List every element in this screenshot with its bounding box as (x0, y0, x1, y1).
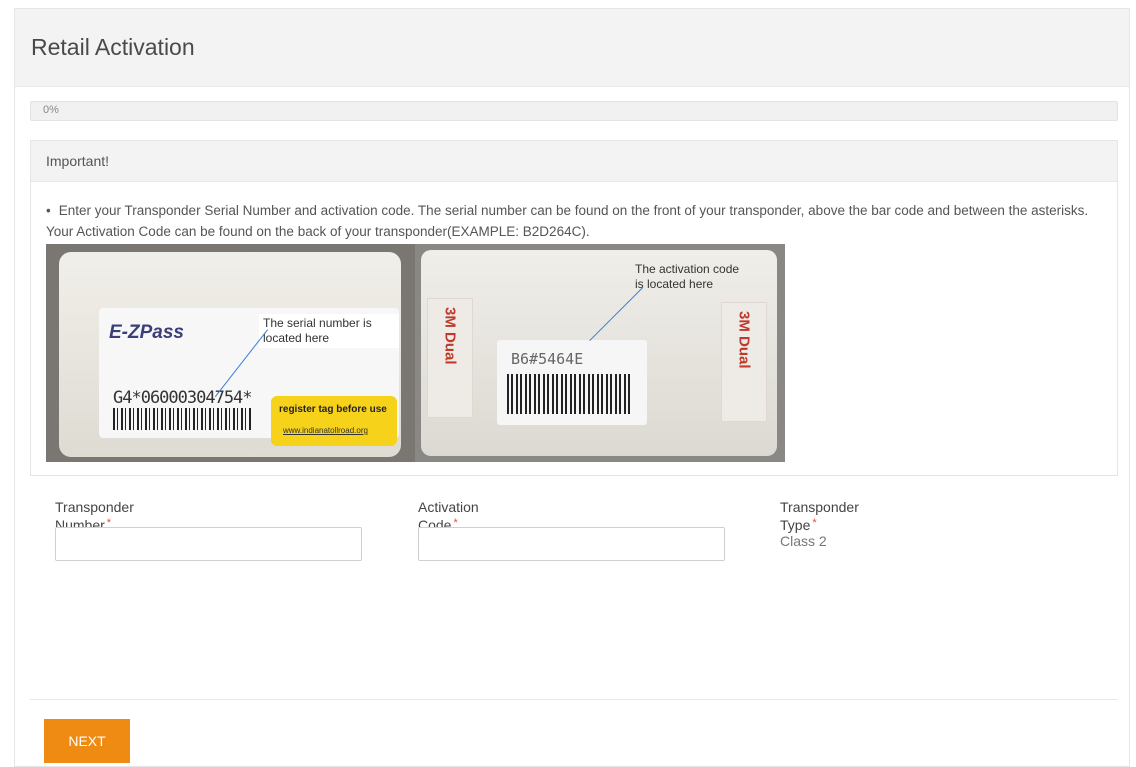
notice-heading: Important! (31, 141, 1117, 182)
notice-body: • Enter your Transponder Serial Number an… (31, 182, 1117, 242)
activation-code-input[interactable] (418, 527, 725, 561)
card-header: Retail Activation (15, 9, 1129, 87)
bullet-icon: • (46, 203, 51, 218)
transponder-type-value: Class 2 (780, 533, 827, 549)
activation-code-example: B6#5464E (511, 350, 584, 368)
important-notice: Important! • Enter your Transponder Seria… (30, 140, 1118, 476)
required-marker: * (812, 517, 817, 529)
front-barcode (113, 408, 253, 430)
notice-text: Enter your Transponder Serial Number and… (46, 203, 1089, 239)
transponder-number-field: Transponder Number * (55, 499, 362, 561)
back-label: B6#5464E (497, 340, 647, 425)
activation-code-field: Activation Code * (418, 499, 725, 561)
serial-number-example: G4*06000304754* (113, 388, 253, 408)
transponder-number-input[interactable] (55, 527, 362, 561)
tape-right: 3M Dual (721, 302, 767, 422)
transponder-type-field: Transponder Type * Class 2 (780, 499, 859, 549)
sticker-url: www.indianatollroad.org (283, 426, 368, 435)
sticker-text: register tag before use (279, 404, 387, 415)
retail-activation-card: Retail Activation 0% Important! • Enter y… (14, 8, 1130, 767)
transponder-back-photo: 3M Dual 3M Dual B6#5464E The activation … (415, 244, 785, 462)
transponder-example-image: E-ZPass The serial number is located her… (46, 244, 785, 462)
serial-callout: The serial number is located here (259, 314, 399, 348)
tape-left: 3M Dual (427, 298, 473, 418)
activation-callout: The activation code is located here (635, 262, 740, 291)
transponder-back: 3M Dual 3M Dual B6#5464E The activation … (421, 250, 777, 456)
page-title: Retail Activation (31, 34, 195, 60)
form-divider (30, 699, 1118, 700)
progress-label: 0% (43, 104, 59, 116)
next-button[interactable]: NEXT (44, 719, 130, 763)
progress-bar: 0% (30, 101, 1118, 121)
register-sticker: register tag before use www.indianatollr… (271, 396, 397, 446)
transponder-front-photo: E-ZPass The serial number is located her… (46, 244, 415, 462)
transponder-front: E-ZPass The serial number is located her… (59, 252, 401, 457)
ezpass-logo: E-ZPass (109, 322, 184, 343)
back-barcode (507, 374, 633, 414)
transponder-type-label: Transponder Type (780, 499, 859, 533)
